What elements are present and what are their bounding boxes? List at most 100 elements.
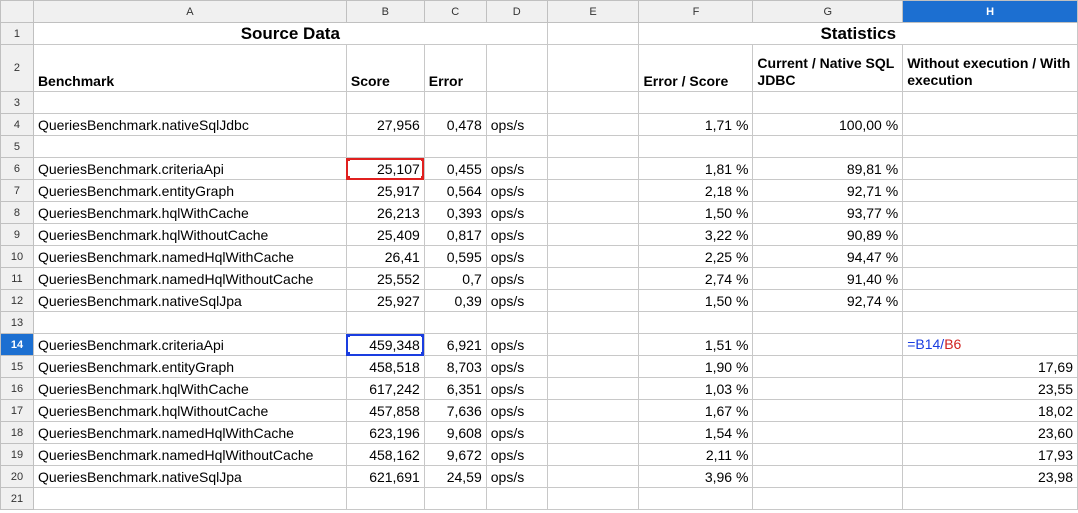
cell[interactable] <box>546 355 640 378</box>
current-native-cell[interactable] <box>752 399 904 422</box>
benchmark-name-cell[interactable]: QueriesBenchmark.namedHqlWithCache <box>32 245 347 268</box>
current-native-cell[interactable] <box>752 333 904 356</box>
score-header[interactable]: Score <box>345 44 425 92</box>
selection-handle[interactable] <box>347 176 350 179</box>
benchmark-name-cell[interactable]: QueriesBenchmark.namedHqlWithoutCache <box>32 443 347 466</box>
error-score-cell[interactable]: 3,22 % <box>638 223 754 246</box>
without-with-cell[interactable] <box>902 487 1078 510</box>
current-native-cell[interactable] <box>752 487 904 510</box>
cell[interactable] <box>546 289 640 312</box>
column-header-c[interactable]: C <box>423 0 487 23</box>
row-header[interactable]: 17 <box>0 399 34 422</box>
without-with-cell[interactable] <box>902 223 1078 246</box>
error-cell[interactable]: 9,672 <box>423 443 487 466</box>
row-header[interactable]: 19 <box>0 443 34 466</box>
error-score-header[interactable]: Error / Score <box>638 44 754 92</box>
unit-cell[interactable]: ops/s <box>485 245 548 268</box>
row-header[interactable]: 4 <box>0 113 34 136</box>
current-native-cell[interactable]: 90,89 % <box>752 223 904 246</box>
selection-handle[interactable] <box>347 158 350 161</box>
current-native-cell[interactable] <box>752 135 904 158</box>
row-header[interactable]: 12 <box>0 289 34 312</box>
source-data-title[interactable]: Source Data <box>32 22 548 45</box>
score-cell[interactable] <box>345 311 425 334</box>
without-with-header[interactable]: Without execution / With execution <box>902 44 1078 92</box>
error-cell[interactable] <box>423 135 487 158</box>
score-cell[interactable]: 26,213 <box>345 201 425 224</box>
unit-cell[interactable]: ops/s <box>485 157 548 180</box>
error-cell[interactable]: 7,636 <box>423 399 487 422</box>
without-with-cell[interactable] <box>902 201 1078 224</box>
error-cell[interactable] <box>423 311 487 334</box>
cell[interactable] <box>546 157 640 180</box>
current-native-cell[interactable]: 89,81 % <box>752 157 904 180</box>
cell[interactable] <box>546 91 640 114</box>
error-cell[interactable]: 0,478 <box>423 113 487 136</box>
column-header-h[interactable]: H <box>902 0 1078 23</box>
benchmark-name-cell[interactable]: QueriesBenchmark.nativeSqlJdbc <box>32 113 347 136</box>
without-with-cell[interactable] <box>902 289 1078 312</box>
benchmark-name-cell[interactable]: QueriesBenchmark.hqlWithCache <box>32 201 347 224</box>
current-native-cell[interactable]: 94,47 % <box>752 245 904 268</box>
row-header[interactable]: 10 <box>0 245 34 268</box>
unit-cell[interactable]: ops/s <box>485 421 548 444</box>
cell[interactable] <box>546 113 640 136</box>
benchmark-name-cell[interactable]: QueriesBenchmark.nativeSqlJpa <box>32 465 347 488</box>
benchmark-name-cell[interactable]: QueriesBenchmark.nativeSqlJpa <box>32 289 347 312</box>
error-score-cell[interactable]: 1,81 % <box>638 157 754 180</box>
benchmark-name-cell[interactable]: QueriesBenchmark.hqlWithoutCache <box>32 399 347 422</box>
unit-cell[interactable]: ops/s <box>485 377 548 400</box>
unit-cell[interactable]: ops/s <box>485 289 548 312</box>
error-score-cell[interactable]: 1,71 % <box>638 113 754 136</box>
unit-cell[interactable]: ops/s <box>485 465 548 488</box>
column-header-g[interactable]: G <box>752 0 904 23</box>
cell[interactable] <box>546 245 640 268</box>
error-cell[interactable]: 0,393 <box>423 201 487 224</box>
unit-cell[interactable]: ops/s <box>485 333 548 356</box>
current-native-cell[interactable]: 91,40 % <box>752 267 904 290</box>
without-with-cell[interactable] <box>902 245 1078 268</box>
cell[interactable] <box>546 201 640 224</box>
error-score-cell[interactable]: 2,11 % <box>638 443 754 466</box>
formula-edit-cell[interactable]: =B14/B6 <box>902 333 1078 356</box>
cell[interactable] <box>546 465 640 488</box>
row-header[interactable]: 9 <box>0 223 34 246</box>
cell[interactable] <box>546 223 640 246</box>
error-score-cell[interactable]: 2,74 % <box>638 267 754 290</box>
unit-cell[interactable]: ops/s <box>485 443 548 466</box>
cell[interactable] <box>546 267 640 290</box>
error-cell[interactable] <box>423 91 487 114</box>
current-native-cell[interactable] <box>752 443 904 466</box>
without-with-cell[interactable]: 23,98 <box>902 465 1078 488</box>
cell[interactable] <box>546 135 640 158</box>
unit-cell[interactable]: ops/s <box>485 201 548 224</box>
row-header[interactable]: 21 <box>0 487 34 510</box>
error-score-cell[interactable]: 2,18 % <box>638 179 754 202</box>
unit-cell[interactable]: ops/s <box>485 113 548 136</box>
selection-handle[interactable] <box>420 176 424 179</box>
row-header[interactable]: 1 <box>0 22 34 45</box>
error-cell[interactable]: 0,564 <box>423 179 487 202</box>
row-header[interactable]: 13 <box>0 311 34 334</box>
error-score-cell[interactable]: 1,50 % <box>638 289 754 312</box>
unit-cell[interactable]: ops/s <box>485 399 548 422</box>
error-cell[interactable]: 0,595 <box>423 245 487 268</box>
benchmark-name-cell[interactable] <box>32 91 347 114</box>
current-native-header[interactable]: Current / Native SQL JDBC <box>752 44 904 92</box>
benchmark-name-cell[interactable]: QueriesBenchmark.criteriaApi <box>32 333 347 356</box>
cell[interactable] <box>485 44 548 92</box>
error-cell[interactable]: 24,59 <box>423 465 487 488</box>
error-score-cell[interactable] <box>638 135 754 158</box>
selection-handle[interactable] <box>420 158 424 161</box>
score-cell[interactable]: 458,162 <box>345 443 425 466</box>
current-native-cell[interactable] <box>752 91 904 114</box>
without-with-cell[interactable] <box>902 267 1078 290</box>
error-cell[interactable]: 0,39 <box>423 289 487 312</box>
column-header-d[interactable]: D <box>485 0 548 23</box>
without-with-cell[interactable] <box>902 179 1078 202</box>
cell[interactable] <box>546 399 640 422</box>
without-with-cell[interactable] <box>902 91 1078 114</box>
referenced-cell-b6[interactable]: 25,107 <box>345 157 425 180</box>
row-header[interactable]: 3 <box>0 91 34 114</box>
without-with-cell[interactable]: 17,93 <box>902 443 1078 466</box>
